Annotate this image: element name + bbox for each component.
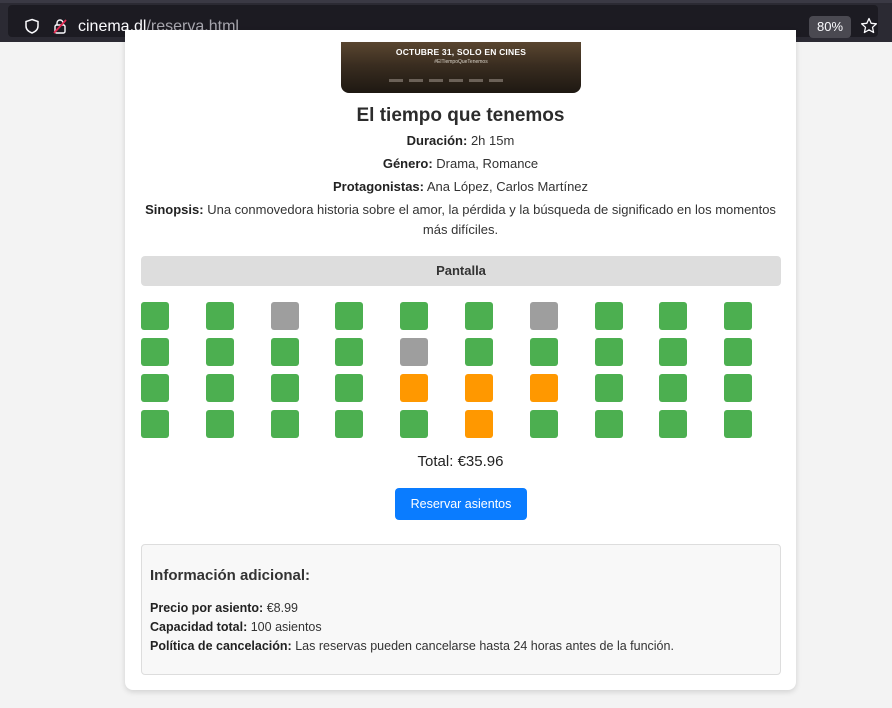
duration-label: Duración: xyxy=(406,133,468,148)
movie-title: El tiempo que tenemos xyxy=(356,105,565,126)
seat-available[interactable] xyxy=(400,410,428,438)
seat-selected[interactable] xyxy=(530,374,558,402)
seat-available[interactable] xyxy=(595,374,623,402)
price-per-seat: Precio por asiento: €8.99 xyxy=(150,601,298,615)
seat-available[interactable] xyxy=(465,302,493,330)
seat-available[interactable] xyxy=(141,338,169,366)
policy-label: Política de cancelación: xyxy=(150,639,292,653)
seat-selected[interactable] xyxy=(465,374,493,402)
seat-available[interactable] xyxy=(724,410,752,438)
seat-available[interactable] xyxy=(271,410,299,438)
seat-available[interactable] xyxy=(659,338,687,366)
screen-indicator: Pantalla xyxy=(141,256,781,286)
seat-selected[interactable] xyxy=(465,410,493,438)
seat-occupied xyxy=(400,338,428,366)
genre-label: Género: xyxy=(382,156,433,171)
seat-available[interactable] xyxy=(141,374,169,402)
seat-available[interactable] xyxy=(465,338,493,366)
poster-headline: OCTUBRE 31, SOLO EN CINES xyxy=(395,47,527,57)
seat-available[interactable] xyxy=(335,338,363,366)
zoom-level-button[interactable]: 80% xyxy=(809,16,851,38)
seat-occupied xyxy=(530,302,558,330)
cast-label: Protagonistas: xyxy=(332,179,424,194)
additional-info-heading: Información adicional: xyxy=(150,567,311,584)
reserve-seats-button[interactable]: Reservar asientos xyxy=(395,488,527,520)
seat-selected[interactable] xyxy=(400,374,428,402)
duration-value: 2h 15m xyxy=(470,133,515,148)
seat-available[interactable] xyxy=(595,338,623,366)
poster-logos xyxy=(389,69,539,82)
seat-available[interactable] xyxy=(659,302,687,330)
seat-available[interactable] xyxy=(206,302,234,330)
seat-available[interactable] xyxy=(335,410,363,438)
cast-value: Ana López, Carlos Martínez xyxy=(426,179,589,194)
poster-tag: #ElTiempoQueTenemos xyxy=(434,59,488,65)
cast-line: Protagonistas: Ana López, Carlos Martíne… xyxy=(125,177,796,197)
toolbar-accent xyxy=(0,0,892,3)
total-price: Total: €35.96 xyxy=(417,453,504,470)
seat-available[interactable] xyxy=(141,410,169,438)
seat-available[interactable] xyxy=(400,302,428,330)
seat-available[interactable] xyxy=(595,302,623,330)
seat-available[interactable] xyxy=(206,410,234,438)
synopsis-text: Una conmovedora historia sobre el amor, … xyxy=(207,202,776,237)
movie-poster: OCTUBRE 31, SOLO EN CINES #ElTiempoQueTe… xyxy=(341,42,581,93)
policy-value: Las reservas pueden cancelarse hasta 24 … xyxy=(295,639,674,653)
seat-available[interactable] xyxy=(659,410,687,438)
seat-available[interactable] xyxy=(271,374,299,402)
synopsis-label: Sinopsis: xyxy=(145,202,204,217)
capacity-label: Capacidad total: xyxy=(150,620,248,634)
cancellation-policy: Política de cancelación: Las reservas pu… xyxy=(150,639,674,653)
shield-icon[interactable] xyxy=(24,18,40,34)
seat-map xyxy=(141,302,781,438)
seat-available[interactable] xyxy=(724,338,752,366)
seat-available[interactable] xyxy=(271,338,299,366)
synopsis: Sinopsis: Una conmovedora historia sobre… xyxy=(145,200,776,240)
duration-line: Duración: 2h 15m xyxy=(125,131,796,151)
seat-available[interactable] xyxy=(530,338,558,366)
seat-occupied xyxy=(271,302,299,330)
bookmark-star-icon[interactable] xyxy=(860,17,878,35)
total-capacity: Capacidad total: 100 asientos xyxy=(150,620,322,634)
genre-value: Drama, Romance xyxy=(436,156,539,171)
capacity-value: 100 asientos xyxy=(250,620,322,634)
seat-available[interactable] xyxy=(724,302,752,330)
seat-available[interactable] xyxy=(335,302,363,330)
seat-available[interactable] xyxy=(206,338,234,366)
additional-info-panel: Información adicional: Precio por asient… xyxy=(141,544,781,675)
price-label: Precio por asiento: xyxy=(150,601,264,615)
seat-available[interactable] xyxy=(141,302,169,330)
seat-available[interactable] xyxy=(206,374,234,402)
seat-available[interactable] xyxy=(724,374,752,402)
seat-available[interactable] xyxy=(530,410,558,438)
price-value: €8.99 xyxy=(266,601,298,615)
lock-warning-icon[interactable] xyxy=(52,18,68,34)
seat-available[interactable] xyxy=(595,410,623,438)
reservation-card: OCTUBRE 31, SOLO EN CINES #ElTiempoQueTe… xyxy=(125,30,796,690)
genre-line: Género: Drama, Romance xyxy=(125,154,796,174)
seat-available[interactable] xyxy=(335,374,363,402)
seat-available[interactable] xyxy=(659,374,687,402)
